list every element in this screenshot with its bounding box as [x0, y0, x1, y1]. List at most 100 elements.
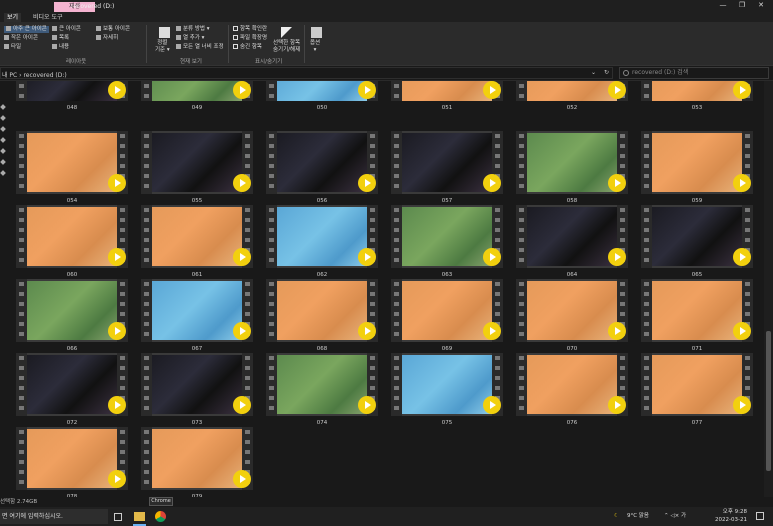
item-checkboxes-toggle[interactable]: 항목 확인란 — [233, 26, 267, 33]
options-button[interactable]: 옵션 ▾ — [310, 40, 320, 54]
file-item[interactable]: 069 — [391, 279, 503, 353]
address-field[interactable]: 내 PC › recovered (D:) ⌄ ↻ — [0, 67, 613, 79]
size-all-columns-button[interactable]: 모든 열 너비 조정 — [176, 44, 224, 51]
add-columns-button[interactable]: 열 추가 ▾ — [176, 35, 204, 42]
layout-large-icons[interactable]: 큰 아이콘 — [52, 26, 81, 33]
hide-selected-button[interactable]: 선택한 항목 숨기기/해제 — [273, 40, 300, 54]
video-thumbnail[interactable] — [16, 131, 128, 194]
video-thumbnail[interactable] — [266, 81, 378, 101]
close-button[interactable]: ✕ — [752, 1, 770, 9]
file-item[interactable]: 059 — [641, 131, 753, 205]
video-thumbnail[interactable] — [641, 81, 753, 101]
file-item[interactable]: 072 — [16, 353, 128, 427]
file-item[interactable]: 054 — [16, 131, 128, 205]
scroll-thumb[interactable] — [766, 331, 771, 471]
layout-extra-large-icons[interactable]: 아주 큰 아이콘 — [4, 26, 49, 33]
checkbox[interactable] — [233, 35, 238, 40]
weather-text[interactable]: 9°C 맑음 — [627, 512, 649, 521]
file-explorer-taskbar-icon[interactable] — [134, 512, 145, 521]
file-item[interactable]: 073 — [141, 353, 253, 427]
video-thumbnail[interactable] — [266, 131, 378, 194]
refresh-icon[interactable]: ↻ — [604, 69, 609, 76]
file-item[interactable]: 068 — [266, 279, 378, 353]
file-item[interactable]: 052 — [516, 81, 628, 112]
video-thumbnail[interactable] — [641, 279, 753, 342]
file-item[interactable]: 075 — [391, 353, 503, 427]
video-thumbnail[interactable] — [391, 205, 503, 268]
file-item[interactable]: 071 — [641, 279, 753, 353]
minimize-button[interactable]: — — [714, 1, 732, 9]
video-thumbnail[interactable] — [516, 81, 628, 101]
file-item[interactable]: 078 — [16, 427, 128, 497]
checkbox[interactable] — [233, 26, 238, 31]
video-thumbnail[interactable] — [141, 131, 253, 194]
breadcrumb[interactable]: 내 PC › recovered (D:) — [2, 70, 67, 79]
video-thumbnail[interactable] — [141, 81, 253, 101]
file-item[interactable]: 053 — [641, 81, 753, 112]
file-item[interactable]: 051 — [391, 81, 503, 112]
video-thumbnail[interactable] — [141, 205, 253, 268]
file-item[interactable]: 064 — [516, 205, 628, 279]
layout-content[interactable]: 내용 — [52, 44, 69, 51]
video-thumbnail[interactable] — [391, 279, 503, 342]
video-thumbnail[interactable] — [141, 279, 253, 342]
file-item[interactable]: 057 — [391, 131, 503, 205]
file-item[interactable]: 060 — [16, 205, 128, 279]
file-item[interactable]: 076 — [516, 353, 628, 427]
file-item[interactable]: 067 — [141, 279, 253, 353]
clock[interactable]: 오후 9:28 2022-03-21 — [711, 508, 747, 524]
video-thumbnail[interactable] — [391, 131, 503, 194]
video-thumbnail[interactable] — [391, 353, 503, 416]
layout-medium-icons[interactable]: 보통 아이콘 — [96, 26, 130, 33]
file-item[interactable]: 066 — [16, 279, 128, 353]
video-thumbnail[interactable] — [641, 353, 753, 416]
file-item[interactable]: 058 — [516, 131, 628, 205]
video-thumbnail[interactable] — [641, 205, 753, 268]
video-thumbnail[interactable] — [391, 81, 503, 101]
tab-view[interactable]: 보기 — [4, 13, 22, 22]
video-thumbnail[interactable] — [141, 353, 253, 416]
notification-icon[interactable] — [756, 512, 764, 520]
vertical-scrollbar[interactable] — [764, 81, 773, 497]
file-extensions-toggle[interactable]: 파일 확장명 — [233, 35, 267, 42]
file-item[interactable]: 065 — [641, 205, 753, 279]
file-item[interactable]: 077 — [641, 353, 753, 427]
video-thumbnail[interactable] — [266, 205, 378, 268]
file-item[interactable]: 063 — [391, 205, 503, 279]
video-thumbnail[interactable] — [266, 279, 378, 342]
tab-video-tools[interactable]: 비디오 도구 — [30, 13, 66, 22]
layout-small-icons[interactable]: 작은 아이콘 — [4, 35, 38, 42]
file-item[interactable]: 070 — [516, 279, 628, 353]
taskbar-search-input[interactable]: 면 여기에 입력하십시오. — [0, 509, 108, 524]
video-thumbnail[interactable] — [16, 81, 128, 101]
layout-details[interactable]: 자세히 — [96, 35, 118, 42]
video-thumbnail[interactable] — [266, 353, 378, 416]
video-thumbnail[interactable] — [141, 427, 253, 490]
file-item[interactable]: 074 — [266, 353, 378, 427]
video-thumbnail[interactable] — [16, 353, 128, 416]
system-tray-icons[interactable]: ⌃ ◁× 가 — [664, 512, 686, 521]
video-thumbnail[interactable] — [516, 279, 628, 342]
video-thumbnail[interactable] — [641, 131, 753, 194]
file-item[interactable]: 062 — [266, 205, 378, 279]
video-thumbnail[interactable] — [16, 427, 128, 490]
hidden-items-toggle[interactable]: 숨긴 항목 — [233, 44, 262, 51]
layout-list[interactable]: 목록 — [52, 35, 69, 42]
file-item[interactable]: 048 — [16, 81, 128, 112]
search-input[interactable]: recovered (D:) 검색 — [619, 67, 769, 79]
task-view-icon[interactable] — [114, 513, 122, 521]
sort-by-button[interactable]: 정렬 기준 ▾ — [155, 40, 170, 54]
file-item[interactable]: 061 — [141, 205, 253, 279]
chrome-taskbar-icon[interactable] — [155, 511, 166, 522]
video-thumbnail[interactable] — [516, 353, 628, 416]
layout-tiles[interactable]: 타일 — [4, 44, 21, 51]
file-item[interactable]: 050 — [266, 81, 378, 112]
group-by-button[interactable]: 분류 방법 ▾ — [176, 26, 210, 33]
file-item[interactable]: 055 — [141, 131, 253, 205]
video-thumbnail[interactable] — [16, 205, 128, 268]
video-thumbnail[interactable] — [516, 131, 628, 194]
checkbox[interactable] — [233, 44, 238, 49]
file-item[interactable]: 079 — [141, 427, 253, 497]
video-thumbnail[interactable] — [516, 205, 628, 268]
maximize-button[interactable]: ❐ — [733, 1, 751, 9]
